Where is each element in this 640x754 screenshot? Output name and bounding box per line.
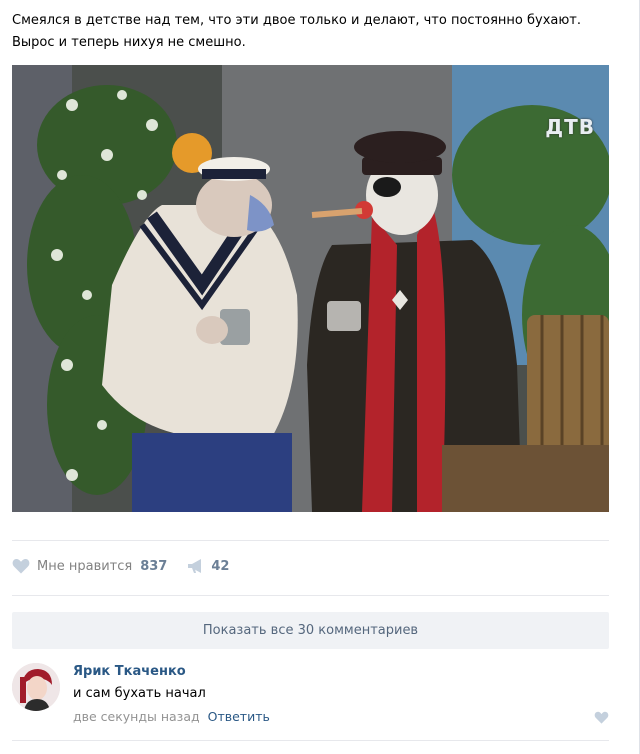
actions-divider bbox=[12, 595, 609, 596]
post-text: Смеялся в детстве над тем, что эти двое … bbox=[12, 10, 612, 54]
comment-author[interactable]: Ярик Ткаченко bbox=[73, 664, 186, 679]
like-label: Мне нравится bbox=[37, 558, 133, 574]
post-text-line-1: Смеялся в детстве над тем, что эти двое … bbox=[12, 13, 582, 28]
post-text-line-2: Вырос и теперь нихуя не смешно. bbox=[12, 35, 246, 50]
heart-icon bbox=[12, 558, 30, 574]
comment-like-heart-icon[interactable] bbox=[594, 711, 609, 724]
avatar[interactable] bbox=[12, 663, 60, 711]
show-all-comments-button[interactable]: Показать все 30 комментариев bbox=[12, 612, 609, 649]
comment-meta: две секунды назад Ответить bbox=[73, 709, 270, 724]
megaphone-icon bbox=[188, 559, 202, 573]
post-divider bbox=[12, 540, 609, 541]
share-button[interactable]: 42 bbox=[187, 558, 229, 574]
comment-text: и сам бухать начал bbox=[73, 686, 206, 701]
share-count: 42 bbox=[211, 558, 230, 574]
photo-scene bbox=[12, 65, 609, 512]
post-actions: Мне нравится 837 42 bbox=[12, 555, 249, 577]
channel-logo: ДТВ bbox=[545, 115, 595, 139]
reply-button[interactable]: Ответить bbox=[208, 709, 270, 724]
like-button[interactable]: Мне нравится 837 bbox=[12, 558, 167, 574]
post-photo[interactable]: ДТВ bbox=[12, 65, 609, 512]
comment-divider bbox=[12, 740, 609, 741]
like-count: 837 bbox=[140, 558, 168, 574]
avatar-image bbox=[12, 663, 60, 711]
comment-time[interactable]: две секунды назад bbox=[73, 709, 200, 724]
